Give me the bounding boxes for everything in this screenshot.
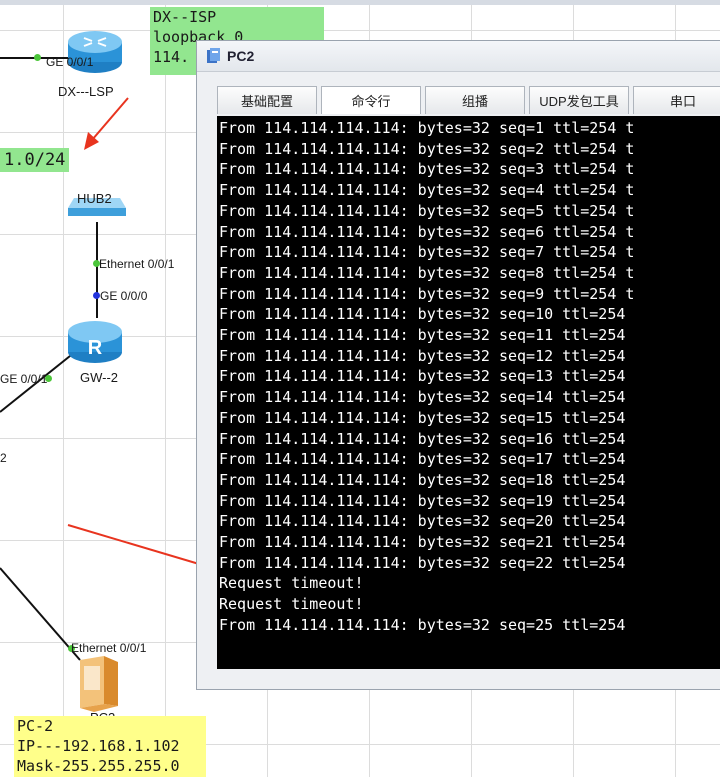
svg-text:R: R [88,337,103,359]
terminal-line: From 114.114.114.114: bytes=32 seq=10 tt… [219,305,626,324]
terminal-line: From 114.114.114.114: bytes=32 seq=4 ttl… [219,181,635,200]
terminal-line: From 114.114.114.114: bytes=32 seq=20 tt… [219,512,626,531]
command-terminal[interactable]: From 114.114.114.114: bytes=32 seq=1 ttl… [217,116,720,669]
terminal-line: From 114.114.114.114: bytes=32 seq=3 ttl… [219,160,635,179]
terminal-line: From 114.114.114.114: bytes=32 seq=12 tt… [219,346,626,365]
terminal-line: From 114.114.114.114: bytes=32 seq=21 tt… [219,533,626,552]
terminal-line: Request timeout! [219,595,364,614]
terminal-line: From 114.114.114.114: bytes=32 seq=19 tt… [219,491,626,510]
terminal-line: From 114.114.114.114: bytes=32 seq=18 tt… [219,470,626,489]
gw-port-ge000-label: GE 0/0/0 [100,289,148,303]
pc2-window: PC2 基础配置 命令行 组播 UDP发包工具 串口 From 114.114.… [196,40,720,690]
dx-isp-note-line-1: DX--ISP [153,8,217,26]
window-titlebar[interactable]: PC2 [197,41,720,72]
pc-note-line-1: PC-2 [17,717,54,735]
terminal-line: From 114.114.114.114: bytes=32 seq=5 ttl… [219,201,635,220]
gw-name: GW--2 [80,370,119,385]
hub-port-label: Ethernet 0/0/1 [99,257,175,271]
pc-note-line-2: IP---192.168.1.102 [17,737,180,755]
tab-basic-config[interactable]: 基础配置 [217,86,317,114]
tab-multicast[interactable]: 组播 [425,86,525,114]
port-dot-dx-lsp [34,54,41,61]
dx-lsp-port-label: GE 0/0/1 [46,55,94,69]
terminal-line: Request timeout! [219,574,364,593]
terminal-line: From 114.114.114.114: bytes=32 seq=2 ttl… [219,139,635,158]
port-dot-gw-ge000 [93,292,100,299]
pc-port-label: Ethernet 0/0/1 [71,641,147,655]
tab-command-line[interactable]: 命令行 [321,86,421,114]
pc-note-line-3: Mask-255.255.255.0 [17,757,180,775]
terminal-line: From 114.114.114.114: bytes=32 seq=16 tt… [219,429,626,448]
terminal-line: From 114.114.114.114: bytes=32 seq=11 tt… [219,326,626,345]
dx-lsp-name: DX---LSP [58,84,114,99]
terminal-line: From 114.114.114.114: bytes=32 seq=14 tt… [219,388,626,407]
window-title: PC2 [227,48,255,64]
terminal-line: From 114.114.114.114: bytes=32 seq=25 tt… [219,615,626,634]
pc-icon[interactable] [74,654,124,716]
terminal-line: From 114.114.114.114: bytes=32 seq=17 tt… [219,450,626,469]
pc-2-note: PC-2 IP---192.168.1.102 Mask-255.255.255… [14,716,206,777]
annotation-arrow-line-1 [91,97,129,141]
tab-udp-tool[interactable]: UDP发包工具 [529,86,629,114]
tab-bar: 基础配置 命令行 组播 UDP发包工具 串口 [217,86,720,116]
terminal-line: From 114.114.114.114: bytes=32 seq=15 tt… [219,408,626,427]
app-icon [207,48,220,63]
terminal-line: From 114.114.114.114: bytes=32 seq=22 tt… [219,553,626,572]
terminal-line: From 114.114.114.114: bytes=32 seq=1 ttl… [219,119,635,137]
terminal-line: From 114.114.114.114: bytes=32 seq=7 ttl… [219,243,635,262]
terminal-line: From 114.114.114.114: bytes=32 seq=8 ttl… [219,263,635,282]
gw-port-ge001-label: GE 0/0/1 [0,372,48,386]
terminal-line: From 114.114.114.114: bytes=32 seq=6 ttl… [219,222,635,241]
router-icon-gw[interactable]: R [66,314,124,366]
subnet-note: 1.0/24 [0,148,70,172]
terminal-line: From 114.114.114.114: bytes=32 seq=9 ttl… [219,284,635,303]
tab-serial[interactable]: 串口 [633,86,720,114]
hub-name: HUB2 [77,191,112,206]
left-label-fragment: 2 [0,451,7,465]
terminal-line: From 114.114.114.114: bytes=32 seq=13 tt… [219,367,626,386]
